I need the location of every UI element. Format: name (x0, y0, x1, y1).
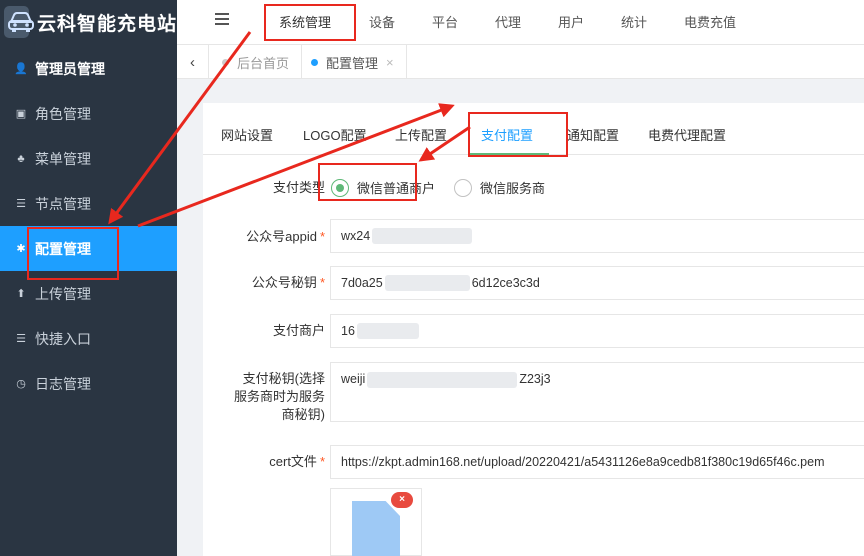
sidebar-item-label: 管理员管理 (35, 60, 105, 77)
redacted-blur (367, 372, 518, 388)
annotation-box-system (264, 4, 356, 41)
sidebar-item-label: 快捷入口 (35, 330, 91, 347)
topnav-user[interactable]: 用户 (558, 12, 584, 31)
sidebar-item-label: 菜单管理 (35, 150, 91, 167)
radio-service-provider[interactable]: 微信服务商 (454, 178, 545, 197)
topnav-agent[interactable]: 代理 (495, 12, 521, 31)
tab-home[interactable]: 后台首页 (210, 45, 303, 79)
paykey-textarea[interactable]: weiji Z23j3 (330, 362, 864, 422)
annotation-box-radio (318, 163, 417, 201)
tab-home-label: 后台首页 (237, 55, 290, 71)
tab-dot-icon (222, 58, 229, 66)
brand: 云科智能充电站 (0, 0, 177, 44)
close-icon[interactable]: × (386, 55, 394, 70)
cert-input[interactable]: https://zkpt.admin168.net/upload/2022042… (330, 445, 864, 479)
tree-icon: ♣ (17, 152, 25, 165)
brand-title: 云科智能充电站 (36, 13, 177, 35)
subtab-notify[interactable]: 通知配置 (567, 125, 619, 144)
sidebar-item-label: 角色管理 (35, 105, 91, 122)
menu-toggle-icon[interactable] (215, 13, 229, 27)
car-logo-icon (4, 6, 34, 38)
sidebar-item-shortcuts[interactable]: ☰ 快捷入口 (0, 316, 177, 361)
cert-file-preview: × (330, 488, 422, 556)
sidebar-item-nodes[interactable]: ☰ 节点管理 (0, 181, 177, 226)
delete-file-button[interactable]: × (391, 492, 413, 508)
radio-label: 微信服务商 (480, 181, 546, 196)
tab-config-label: 配置管理 (326, 55, 379, 71)
tab-config[interactable]: 配置管理 × (299, 45, 407, 79)
app-root: 云科智能充电站 👤 管理员管理 ▣ 角色管理 ♣ 菜单管理 ☰ 节点管理 ✱ 配… (0, 0, 864, 556)
topnav-recharge[interactable]: 电费充值 (684, 12, 736, 31)
sidebar-item-logs[interactable]: ◷ 日志管理 (0, 361, 177, 406)
paykey-label: 支付秘钥(选择 服务商时为服务 商秘钥) (233, 371, 325, 422)
appid-input[interactable]: wx24 (330, 219, 864, 253)
gear-icon: ✱ (16, 243, 26, 255)
sidebar-item-menus[interactable]: ♣ 菜单管理 (0, 136, 177, 181)
redacted-blur (384, 275, 470, 291)
form-labels: 支付类型 公众号appid * 公众号秘钥 * 支付商户 支付秘钥(选择 服务商时为… (203, 103, 325, 556)
page-tab-strip: ‹ 后台首页 配置管理 × (177, 44, 864, 79)
secret-label: 公众号秘钥 * (251, 275, 325, 290)
list-icon: ☰ (16, 333, 26, 345)
topnav-platform[interactable]: 平台 (432, 12, 458, 31)
radio-unchecked-icon (454, 178, 472, 197)
sidebar-item-label: 日志管理 (35, 375, 91, 392)
appid-label: 公众号appid * (246, 229, 325, 244)
file-icon (352, 501, 400, 556)
user-icon: 👤 (14, 63, 28, 75)
secret-input[interactable]: 7d0a25 6d12ce3c3d (330, 266, 864, 300)
annotation-box-payment (468, 112, 568, 157)
sidebar-item-label: 上传管理 (35, 285, 91, 302)
subtab-electric-agent[interactable]: 电费代理配置 (648, 125, 726, 144)
config-panel: 网站设置 LOGO配置 上传配置 支付配置 通知配置 电费代理配置 支付类型 公… (203, 103, 864, 556)
merchant-input[interactable]: 16 (330, 314, 864, 348)
topnav-stats[interactable]: 统计 (621, 12, 647, 31)
upload-icon: ⬆ (16, 288, 26, 300)
clock-icon: ◷ (16, 378, 26, 390)
annotation-box-config (27, 227, 119, 280)
tab-dot-icon (311, 58, 318, 66)
role-icon: ▣ (15, 108, 27, 120)
sidebar-item-roles[interactable]: ▣ 角色管理 (0, 91, 177, 136)
redacted-blur (356, 323, 419, 339)
list-icon: ☰ (16, 198, 26, 210)
tab-back-button[interactable]: ‹ (177, 45, 209, 79)
topnav-device[interactable]: 设备 (369, 12, 395, 31)
sidebar-item-admin[interactable]: 👤 管理员管理 (0, 46, 177, 91)
redacted-blur (372, 228, 473, 244)
merchant-label: 支付商户 (272, 323, 325, 338)
cert-label: cert文件 * (269, 454, 325, 469)
sidebar-item-label: 节点管理 (35, 195, 91, 212)
subtab-upload[interactable]: 上传配置 (395, 125, 447, 144)
